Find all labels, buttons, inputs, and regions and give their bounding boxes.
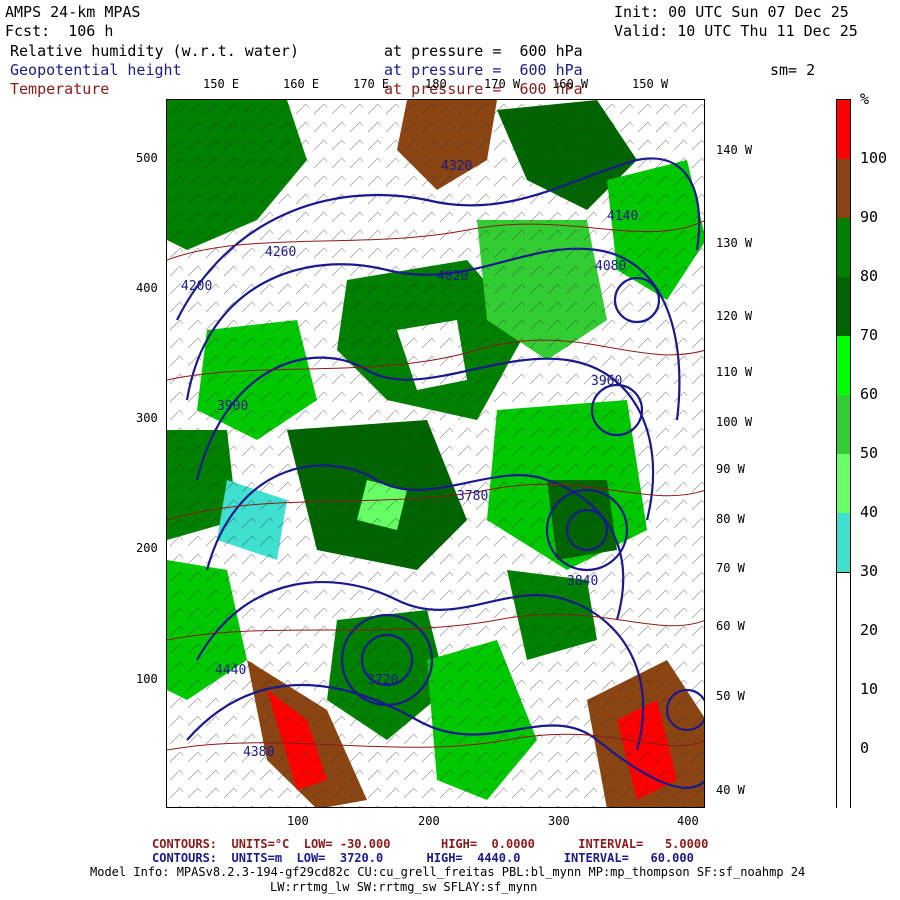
contour-label: 3840 [567, 574, 598, 589]
colorbar-label: 80 [860, 267, 879, 285]
model-info: Model Info: MPASv8.2.3-194-gf29cd82c CU:… [90, 865, 806, 879]
colorbar-segment [837, 336, 850, 395]
map-panel: 4260 4200 4320 4140 4080 4020 3960 3900 … [166, 99, 705, 808]
colorbar-label: 0 [860, 739, 870, 757]
contour-label: 3960 [591, 374, 622, 389]
lon-label-right: 70 W [716, 561, 745, 575]
model-info-2: LW:rrtmg_lw SW:rrtmg_sw SFLAY:sf_mynn [270, 880, 538, 894]
lon-label-right: 120 W [716, 309, 753, 323]
model-title: AMPS 24-km MPAS [5, 3, 141, 21]
colorbar-label: 40 [860, 503, 879, 521]
rh-height-temp-map: 4260 4200 4320 4140 4080 4020 3960 3900 … [167, 100, 704, 807]
y-tick-label: 200 [136, 541, 158, 555]
temp-contour-info: CONTOURS: UNITS=°C LOW= -30.000 HIGH= 0.… [152, 837, 709, 851]
colorbar-segment [837, 513, 850, 572]
colorbar-label: 100 [860, 149, 888, 167]
colorbar-segment [837, 395, 850, 454]
colorbar-label: 20 [860, 621, 879, 639]
lon-label-top: 170 E [353, 77, 390, 91]
contour-label: 4440 [215, 663, 246, 678]
wind-barbs [167, 100, 704, 807]
colorbar-segment [837, 218, 850, 277]
colorbar-segment [837, 277, 850, 336]
field-height-name: Geopotential height [10, 61, 182, 79]
lon-label-top: 180 [425, 77, 447, 91]
field-rh-name: Relative humidity (w.r.t. water) [10, 42, 299, 60]
contour-label: 4380 [243, 745, 274, 760]
contour-label: 3780 [457, 489, 488, 504]
lon-label-top: 150 E [203, 77, 240, 91]
y-tick-label: 400 [136, 281, 158, 295]
x-tick-label: 400 [677, 814, 699, 828]
colorbar-label: 30 [860, 562, 879, 580]
lon-label-right: 100 W [716, 415, 753, 429]
y-tick-label: 500 [136, 151, 158, 165]
lon-label-top: 160 E [283, 77, 320, 91]
smoothing-label: sm= 2 [770, 61, 816, 79]
contour-label: 4020 [437, 269, 468, 284]
forecast-hour: Fcst: 106 h [5, 22, 114, 40]
x-tick-label: 300 [548, 814, 570, 828]
contour-label: 3720 [367, 673, 398, 688]
lon-label-top: 170 W [484, 77, 521, 91]
lon-label-right: 60 W [716, 619, 745, 633]
colorbar-segment [837, 572, 850, 808]
colorbar-label: 90 [860, 208, 879, 226]
field-rh-level: at pressure = 600 hPa [384, 42, 583, 60]
colorbar-unit: % [860, 90, 870, 108]
colorbar [836, 99, 851, 808]
init-time: Init: 00 UTC Sun 07 Dec 25 [614, 3, 849, 21]
lon-label-right: 90 W [716, 462, 745, 476]
contour-label: 4260 [265, 245, 296, 260]
contour-label: 3900 [217, 399, 248, 414]
lon-label-top: 150 W [632, 77, 669, 91]
lon-label-right: 110 W [716, 365, 753, 379]
lon-label-right: 130 W [716, 236, 753, 250]
lon-label-right: 50 W [716, 689, 745, 703]
contour-label: 4080 [595, 259, 626, 274]
field-temp-name: Temperature [10, 80, 110, 98]
y-tick-label: 300 [136, 411, 158, 425]
contour-label: 4320 [441, 159, 472, 174]
y-tick-label: 100 [136, 672, 158, 686]
lon-label-right: 80 W [716, 512, 745, 526]
x-tick-label: 100 [287, 814, 309, 828]
field-height-level: at pressure = 600 hPa [384, 61, 583, 79]
height-contour-info: CONTOURS: UNITS=m LOW= 3720.0 HIGH= 4440… [152, 851, 694, 865]
valid-time: Valid: 10 UTC Thu 11 Dec 25 [614, 22, 858, 40]
contour-label: 4140 [607, 209, 638, 224]
lon-label-right: 140 W [716, 143, 753, 157]
x-tick-label: 200 [418, 814, 440, 828]
contour-label: 4200 [181, 279, 212, 294]
colorbar-segment [837, 454, 850, 513]
lon-label-right: 40 W [716, 783, 745, 797]
colorbar-label: 10 [860, 680, 879, 698]
colorbar-label: 70 [860, 326, 879, 344]
colorbar-label: 50 [860, 444, 879, 462]
colorbar-segment [837, 159, 850, 218]
colorbar-segment [837, 100, 850, 159]
lon-label-top: 160 W [552, 77, 589, 91]
colorbar-label: 60 [860, 385, 879, 403]
